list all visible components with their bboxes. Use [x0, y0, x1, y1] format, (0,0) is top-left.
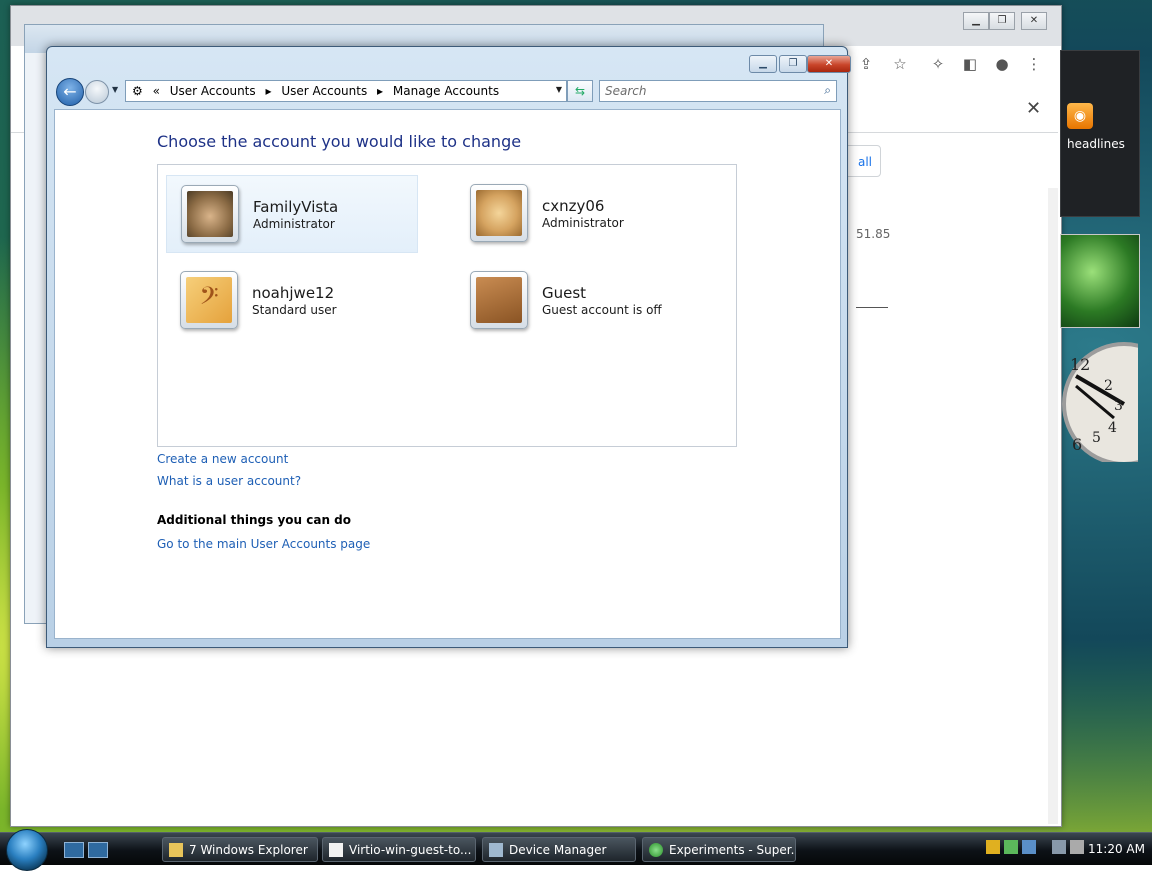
svg-text:2: 2: [1104, 378, 1113, 394]
browser-minimize-button[interactable]: ▁: [963, 12, 989, 30]
control-panel-icon: ⚙: [132, 84, 143, 98]
breadcrumb: ⚙ « User Accounts ▸ User Accounts ▸ Mana…: [132, 84, 505, 98]
sidepanel-icon[interactable]: ◧: [960, 54, 980, 74]
taskbar-button-explorer[interactable]: 7 Windows Explorer: [162, 837, 318, 862]
taskbar-button-label: Experiments - Super...: [669, 843, 796, 857]
browser-close-button[interactable]: ✕: [1021, 12, 1047, 30]
browser-maximize-button[interactable]: ❐: [989, 12, 1015, 30]
gadget-text: headlines: [1067, 137, 1125, 151]
close-icon[interactable]: ✕: [1026, 98, 1041, 119]
svg-text:3: 3: [1114, 398, 1123, 414]
recent-pages-dropdown[interactable]: ▼: [112, 85, 118, 94]
security-icon[interactable]: [986, 840, 1000, 854]
page-title: Choose the account you would like to cha…: [157, 132, 522, 151]
overflow-chevron-icon[interactable]: «: [153, 84, 160, 98]
breadcrumb-item[interactable]: User Accounts: [170, 84, 256, 98]
chevron-right-icon[interactable]: ▸: [377, 84, 383, 98]
menu-icon[interactable]: ⋮: [1024, 54, 1044, 74]
show-desktop-icon[interactable]: [64, 842, 84, 858]
briefcase-avatar-icon: [476, 277, 522, 323]
avatar: [470, 271, 528, 329]
account-tile-guest[interactable]: Guest Guest account is off: [456, 262, 706, 338]
scrollbar[interactable]: [1048, 188, 1058, 824]
computer-icon: [489, 843, 503, 857]
account-tile-noahjwe12[interactable]: 𝄢 noahjwe12 Standard user: [166, 262, 416, 338]
account-name: noahjwe12: [252, 284, 335, 302]
taskbar: 7 Windows Explorer Virtio-win-guest-to..…: [0, 829, 1152, 871]
create-account-link[interactable]: Create a new account: [157, 452, 288, 466]
browser-icon: [649, 843, 663, 857]
account-type: Administrator: [253, 217, 335, 231]
taskbar-button-label: Virtio-win-guest-to...: [349, 843, 472, 857]
puppy-avatar-icon: [476, 190, 522, 236]
slideshow-gadget[interactable]: [1060, 234, 1140, 328]
breadcrumb-item[interactable]: User Accounts: [281, 84, 367, 98]
close-button[interactable]: ✕: [807, 55, 851, 73]
chevron-right-icon[interactable]: ▸: [265, 84, 271, 98]
maximize-button[interactable]: ❐: [779, 55, 807, 73]
start-button[interactable]: [6, 829, 48, 871]
user-accounts-window: ▁ ❐ ✕ ← ▼ ⚙ « User Accounts ▸ User Accou…: [46, 46, 851, 648]
folder-icon: [169, 843, 183, 857]
chevron-down-icon[interactable]: ▼: [556, 85, 562, 94]
bass-clef-avatar-icon: 𝄢: [186, 277, 232, 323]
account-list: FamilyVista Administrator cxnzy06 Admini…: [157, 164, 737, 447]
account-tile-cxnzy06[interactable]: cxnzy06 Administrator: [456, 175, 706, 251]
account-type: Standard user: [252, 303, 337, 317]
search-placeholder: Search: [605, 84, 647, 98]
feed-headlines-gadget[interactable]: ◉ headlines: [1060, 50, 1140, 217]
account-type: Administrator: [542, 216, 624, 230]
switch-windows-icon[interactable]: [88, 842, 108, 858]
browser-toolbar: ⇪ ☆ ✧ ◧ ● ⋮: [846, 50, 1056, 82]
account-name: cxnzy06: [542, 197, 605, 215]
profile-icon[interactable]: ●: [992, 54, 1012, 74]
svg-text:6: 6: [1072, 435, 1082, 454]
update-icon[interactable]: [1004, 840, 1018, 854]
refresh-button[interactable]: ⇆: [567, 80, 593, 102]
back-button[interactable]: ←: [56, 78, 84, 106]
account-name: Guest: [542, 284, 587, 302]
extension-icon[interactable]: ✧: [928, 54, 948, 74]
value-text: 51.85: [856, 227, 891, 241]
display-icon[interactable]: [1052, 840, 1066, 854]
account-type: Guest account is off: [542, 303, 662, 317]
star-icon[interactable]: ☆: [890, 54, 910, 74]
taskbar-button-device-manager[interactable]: Device Manager: [482, 837, 636, 862]
taskbar-button-label: 7 Windows Explorer: [189, 843, 308, 857]
svg-text:12: 12: [1070, 355, 1090, 374]
what-is-account-link[interactable]: What is a user account?: [157, 474, 301, 488]
avatar: [470, 184, 528, 242]
underline: [856, 307, 888, 308]
main-user-accounts-link[interactable]: Go to the main User Accounts page: [157, 537, 370, 551]
avatar: [181, 185, 239, 243]
forward-button[interactable]: [85, 80, 109, 104]
svg-text:4: 4: [1108, 420, 1117, 436]
volume-muted-icon[interactable]: [1070, 840, 1084, 854]
clock-gadget[interactable]: 12 2 3 4 5 6: [1062, 342, 1152, 466]
additional-heading: Additional things you can do: [157, 513, 352, 527]
clock-face-icon: 12 2 3 4 5 6: [1062, 342, 1152, 466]
address-bar[interactable]: ⚙ « User Accounts ▸ User Accounts ▸ Mana…: [125, 80, 567, 102]
minimize-button[interactable]: ▁: [749, 55, 777, 73]
taskbar-button-document[interactable]: Virtio-win-guest-to...: [322, 837, 476, 862]
svg-text:5: 5: [1092, 430, 1101, 446]
breadcrumb-item[interactable]: Manage Accounts: [393, 84, 499, 98]
rss-icon: ◉: [1067, 103, 1093, 129]
account-tile-familyvista[interactable]: FamilyVista Administrator: [166, 175, 418, 253]
taskbar-button-browser[interactable]: Experiments - Super...: [642, 837, 796, 862]
kitten-avatar-icon: [187, 191, 233, 237]
share-icon[interactable]: ⇪: [856, 54, 876, 74]
content-pane: Choose the account you would like to cha…: [54, 109, 841, 639]
network-icon[interactable]: [1022, 840, 1036, 854]
document-icon: [329, 843, 343, 857]
avatar: 𝄢: [180, 271, 238, 329]
taskbar-clock[interactable]: 11:20 AM: [1088, 842, 1145, 856]
account-name: FamilyVista: [253, 198, 339, 216]
taskbar-button-label: Device Manager: [509, 843, 607, 857]
search-icon[interactable]: ⌕: [824, 83, 831, 98]
search-input[interactable]: Search ⌕: [599, 80, 837, 102]
